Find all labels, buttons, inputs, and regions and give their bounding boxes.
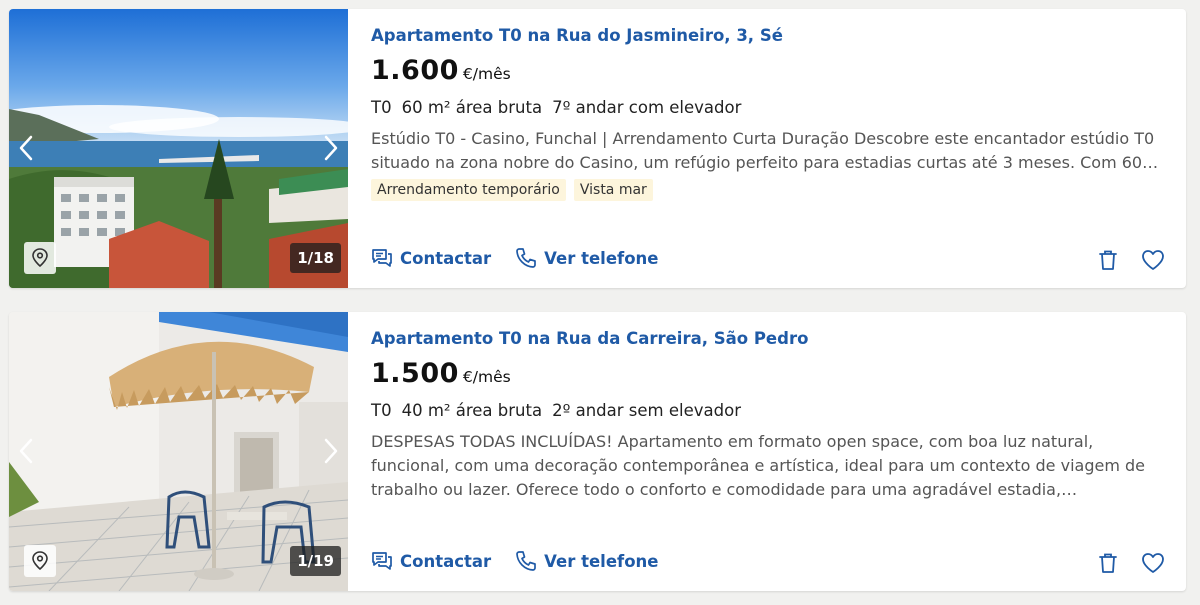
map-location-button[interactable] xyxy=(24,545,56,577)
heart-icon xyxy=(1142,250,1164,270)
next-photo-button[interactable] xyxy=(318,434,344,468)
price-row: 1.600 €/mês xyxy=(371,55,511,86)
favorite-button[interactable] xyxy=(1140,550,1166,576)
detail-floor: 7º andar com elevador xyxy=(552,98,742,117)
detail-area: 40 m² área bruta xyxy=(401,401,543,420)
view-phone-label: Ver telefone xyxy=(544,248,659,268)
view-phone-button[interactable]: Ver telefone xyxy=(515,247,658,269)
contact-label: Contactar xyxy=(400,248,492,268)
price-unit: €/mês xyxy=(462,368,511,386)
listing-photo-gallery[interactable]: 1/18 xyxy=(9,9,348,288)
photo-counter: 1/19 xyxy=(290,546,341,576)
chevron-right-icon xyxy=(324,135,338,161)
listing-photo-gallery[interactable]: 1/19 xyxy=(9,312,348,591)
view-phone-button[interactable]: Ver telefone xyxy=(515,550,658,572)
listing-card[interactable]: 1/19 Apartamento T0 na Rua da Carreira, … xyxy=(9,312,1186,591)
map-pin-icon xyxy=(32,248,48,268)
detail-typology: T0 xyxy=(371,401,392,420)
previous-photo-button[interactable] xyxy=(13,131,39,165)
listing-info: Apartamento T0 na Rua da Carreira, São P… xyxy=(371,312,1186,591)
trash-icon xyxy=(1099,250,1117,270)
listing-description[interactable]: DESPESAS TODAS INCLUÍDAS! Apartamento em… xyxy=(371,430,1166,502)
favorite-button[interactable] xyxy=(1140,247,1166,273)
chevron-right-icon xyxy=(324,438,338,464)
phone-icon xyxy=(516,248,537,268)
contact-label: Contactar xyxy=(400,551,492,571)
map-pin-icon xyxy=(32,551,48,571)
price-value: 1.600 xyxy=(371,55,459,86)
previous-photo-button[interactable] xyxy=(13,434,39,468)
map-location-button[interactable] xyxy=(24,242,56,274)
price-value: 1.500 xyxy=(371,358,459,389)
tag-sea-view: Vista mar xyxy=(573,179,653,201)
detail-area: 60 m² área bruta xyxy=(401,98,543,117)
listing-tags: Arrendamento temporário Vista mar xyxy=(371,179,653,201)
listing-title-link[interactable]: Apartamento T0 na Rua da Carreira, São P… xyxy=(371,329,808,348)
listing-actions: Contactar Ver telefone xyxy=(371,550,658,572)
tag-temporary-rental: Arrendamento temporário xyxy=(371,179,566,201)
listing-card[interactable]: 1/18 Apartamento T0 na Rua do Jasmineiro… xyxy=(9,9,1186,288)
detail-floor: 2º andar sem elevador xyxy=(552,401,741,420)
chevron-left-icon xyxy=(19,438,33,464)
listing-details: T0 60 m² área bruta 7º andar com elevador xyxy=(371,98,751,117)
contact-button[interactable]: Contactar xyxy=(371,551,491,571)
detail-typology: T0 xyxy=(371,98,392,117)
chat-icon xyxy=(372,552,392,570)
listing-actions: Contactar Ver telefone xyxy=(371,247,658,269)
trash-icon xyxy=(1099,553,1117,573)
view-phone-label: Ver telefone xyxy=(544,551,659,571)
heart-icon xyxy=(1142,553,1164,573)
chevron-left-icon xyxy=(19,135,33,161)
discard-button[interactable] xyxy=(1095,247,1121,273)
listing-details: T0 40 m² área bruta 2º andar sem elevador xyxy=(371,401,751,420)
next-photo-button[interactable] xyxy=(318,131,344,165)
listing-title-link[interactable]: Apartamento T0 na Rua do Jasmineiro, 3, … xyxy=(371,26,783,45)
price-unit: €/mês xyxy=(462,65,511,83)
discard-button[interactable] xyxy=(1095,550,1121,576)
phone-icon xyxy=(516,551,537,571)
price-row: 1.500 €/mês xyxy=(371,358,511,389)
chat-icon xyxy=(372,249,392,267)
photo-counter: 1/18 xyxy=(290,243,341,273)
listing-description[interactable]: Estúdio T0 - Casino, Funchal | Arrendame… xyxy=(371,127,1166,175)
contact-button[interactable]: Contactar xyxy=(371,248,491,268)
listing-info: Apartamento T0 na Rua do Jasmineiro, 3, … xyxy=(371,9,1186,288)
